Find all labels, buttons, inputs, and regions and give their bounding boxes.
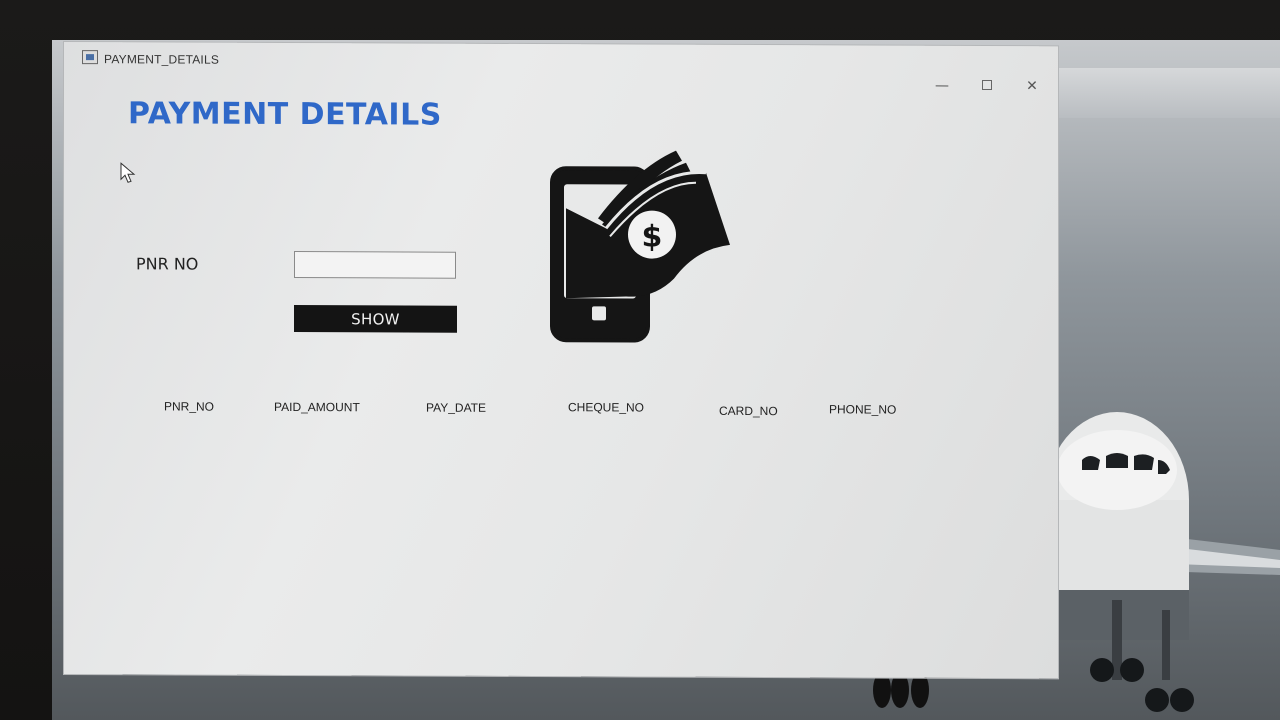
column-header-card-no[interactable]: CARD_NO [719,404,778,418]
window-title: PAYMENT_DETAILS [104,52,220,67]
pnr-label: PNR NO [136,254,199,274]
close-button[interactable]: ✕ [1012,74,1052,98]
window-titlebar[interactable]: PAYMENT_DETAILS [64,42,1058,80]
wallpaper-sky [1052,68,1280,118]
show-button[interactable]: SHOW [294,305,457,333]
java-window-icon [82,50,98,65]
page-title: PAYMENT DETAILS [128,96,442,133]
results-table-body [154,422,974,656]
maximize-button[interactable] [967,74,1007,98]
airplane-wallpaper-image [1045,412,1280,712]
pnr-input[interactable] [294,251,456,279]
maximize-icon [982,80,992,91]
payment-details-window: PAYMENT_DETAILS — ✕ PAYMENT DETAILS PNR … [64,42,1058,679]
svg-text:$: $ [642,220,663,255]
column-header-cheque-no[interactable]: CHEQUE_NO [568,400,644,414]
mobile-payment-icon: $ [550,150,730,343]
mouse-pointer-icon [120,162,136,183]
column-header-phone-no[interactable]: PHONE_NO [829,402,896,416]
column-header-pnr-no[interactable]: PNR_NO [164,399,214,413]
column-header-paid-amount[interactable]: PAID_AMOUNT [274,400,360,414]
column-header-pay-date[interactable]: PAY_DATE [426,401,486,415]
minimize-button[interactable]: — [922,74,962,98]
